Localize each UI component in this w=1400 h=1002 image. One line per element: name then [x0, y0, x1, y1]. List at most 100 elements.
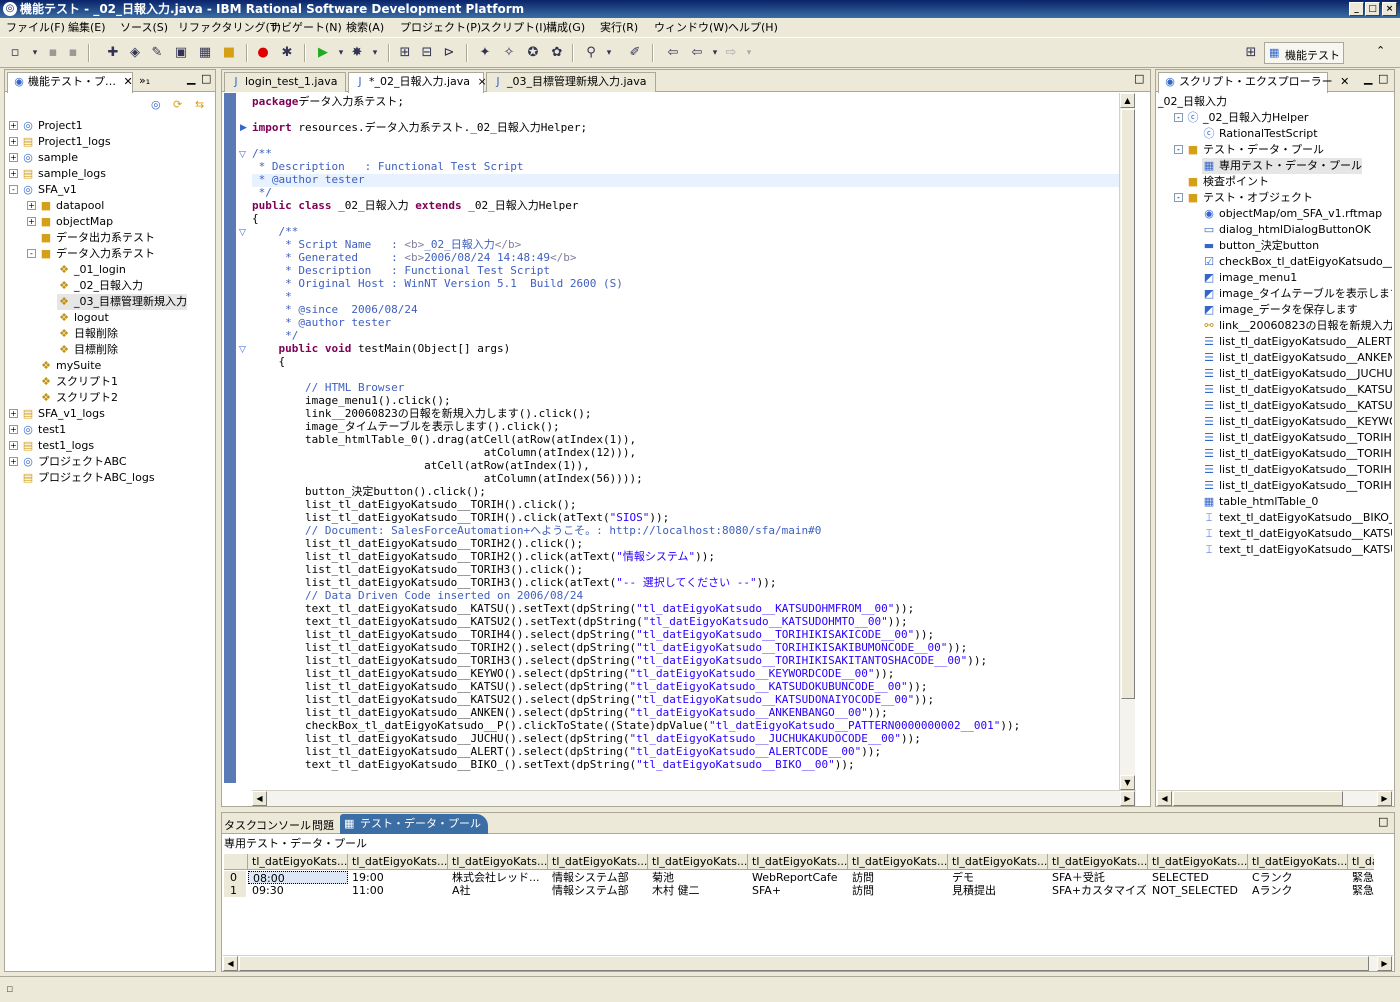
collapse-fold-icon[interactable]: ▽: [239, 150, 246, 160]
maximize-icon[interactable]: □: [1378, 72, 1388, 85]
table-cell[interactable]: 情報システム部: [548, 871, 648, 884]
scroll-left-button[interactable]: ◀: [252, 791, 267, 806]
tree-item[interactable]: ⓒ _02_日報入力Helper: [1186, 110, 1309, 126]
tree-item[interactable]: ☰ list_tl_datEigyoKatsudo__KATSU2: [1202, 398, 1392, 414]
tree-item[interactable]: ❖ _02_日報入力: [57, 278, 143, 294]
tree-expander-icon[interactable]: +: [9, 409, 18, 418]
tree-item[interactable]: ■ datapool: [39, 198, 104, 214]
verification-point-icon[interactable]: ⊞: [396, 44, 414, 62]
tree-expander-icon[interactable]: -: [1174, 193, 1183, 202]
expand-fold-icon[interactable]: ▶: [240, 123, 247, 133]
tool-1-icon[interactable]: ✦: [476, 44, 494, 62]
tree-item[interactable]: ◩ image_タイムテーブルを表示します: [1202, 286, 1392, 302]
tree-item[interactable]: ⌶ text_tl_datEigyoKatsudo__BIKO_: [1202, 510, 1392, 526]
menu-project[interactable]: プロジェクト(P): [400, 20, 481, 36]
menu-script[interactable]: スクリプト(I): [480, 20, 547, 36]
tab-tasks[interactable]: タスク: [224, 817, 257, 833]
column-header[interactable]: tl_datEigyoKats...: [248, 854, 348, 870]
datapool-grid[interactable]: tl_datEigyoKats... tl_datEigyoKats... tl_d…: [224, 854, 1374, 954]
tree-item[interactable]: ◉ objectMap/om_SFA_v1.rftmap: [1202, 206, 1382, 222]
tree-item[interactable]: ⌶ text_tl_datEigyoKatsudo__KATSU2: [1202, 542, 1392, 558]
menu-window[interactable]: ウィンドウ(W): [654, 20, 728, 36]
tree-item[interactable]: ☰ list_tl_datEigyoKatsudo__TORIH2: [1202, 446, 1392, 462]
chevron-icon[interactable]: ⌃: [1376, 44, 1385, 57]
table-cell[interactable]: デモ: [948, 871, 1048, 884]
table-cell[interactable]: 08:00: [248, 871, 348, 884]
table-cell[interactable]: WebReportCafe: [748, 871, 848, 884]
maximize-icon[interactable]: □: [1378, 815, 1388, 828]
table-cell[interactable]: SFA＋受託: [1048, 871, 1148, 884]
scroll-down-button[interactable]: ▼: [1120, 775, 1135, 790]
tree-item[interactable]: ■ データ入力系テスト: [39, 246, 155, 262]
tree-item[interactable]: ▦ 専用テスト・データ・プール: [1202, 158, 1362, 174]
tree-item[interactable]: ◎ SFA_v1: [21, 182, 77, 198]
editor-horizontal-scrollbar[interactable]: ◀ ▶: [252, 790, 1136, 806]
new-project-icon[interactable]: ✚: [104, 44, 122, 62]
scroll-right-button[interactable]: ▶: [1377, 791, 1392, 806]
scroll-right-button[interactable]: ▶: [1120, 791, 1135, 806]
table-cell[interactable]: NOT_SELECTED: [1148, 884, 1248, 897]
tree-item[interactable]: ☑ checkBox_tl_datEigyoKatsudo__P: [1202, 254, 1392, 270]
column-header[interactable]: tl_datEigyoKats...: [548, 854, 648, 870]
tree-item[interactable]: ◩ image_menu1: [1202, 270, 1297, 286]
dropdown-arrow-icon[interactable]: ▾: [26, 44, 44, 62]
menu-navigate[interactable]: ナビゲート(N): [270, 20, 342, 36]
tab-problems[interactable]: 問題: [312, 817, 334, 833]
tree-expander-icon[interactable]: -: [27, 249, 36, 258]
column-header[interactable]: tl_datEigyoKats...: [348, 854, 448, 870]
tree-expander-icon[interactable]: +: [9, 121, 18, 130]
scroll-thumb[interactable]: [239, 956, 1369, 971]
table-cell[interactable]: 09:30: [248, 884, 348, 897]
tree-expander-icon[interactable]: -: [9, 185, 18, 194]
save-all-icon[interactable]: ▪: [64, 44, 82, 62]
menu-configure[interactable]: 構成(G): [546, 20, 585, 36]
tree-item[interactable]: ▤ sample_logs: [21, 166, 106, 182]
new-script-icon[interactable]: ◈: [126, 44, 144, 62]
prev-edit-icon[interactable]: ⇦: [688, 44, 706, 62]
table-cell[interactable]: SFA+: [748, 884, 848, 897]
tree-item[interactable]: ▤ Project1_logs: [21, 134, 111, 150]
menu-run[interactable]: 実行(R): [600, 20, 638, 36]
perspective-switcher[interactable]: ▦ 機能テスト: [1264, 42, 1344, 64]
table-cell[interactable]: 見積提出: [948, 884, 1048, 897]
tree-item[interactable]: ❖ mySuite: [39, 358, 101, 374]
table-cell[interactable]: 菊池: [648, 871, 748, 884]
run-icon[interactable]: ▶: [314, 44, 332, 62]
tree-item[interactable]: ▤ test1_logs: [21, 438, 94, 454]
window-title-bar[interactable]: 機能テスト - _02_日報入力.java - IBM Rational Sof…: [0, 0, 1400, 18]
menu-search[interactable]: 検索(A): [346, 20, 384, 36]
tree-item[interactable]: ☰ list_tl_datEigyoKatsudo__TORIH: [1202, 430, 1392, 446]
tree-item[interactable]: ☰ list_tl_datEigyoKatsudo__ANKEN: [1202, 350, 1392, 366]
playback-icon[interactable]: ⊳: [440, 44, 458, 62]
tab-test-datapool[interactable]: ▦ テスト・データ・プール ✕: [340, 814, 488, 849]
close-button[interactable]: ×: [1382, 2, 1397, 16]
column-header[interactable]: tl_datEigyoKats...: [1148, 854, 1248, 870]
column-header[interactable]: tl_datEigyoKats...: [1248, 854, 1348, 870]
scroll-thumb[interactable]: [1121, 109, 1135, 699]
tree-item[interactable]: ☰ list_tl_datEigyoKatsudo__KATSU: [1202, 382, 1392, 398]
open-perspective-icon[interactable]: ⊞: [1242, 44, 1260, 62]
forward-icon[interactable]: ⇨: [722, 44, 740, 62]
tree-item[interactable]: ☰ list_tl_datEigyoKatsudo__JUCHU: [1202, 366, 1392, 382]
tree-item[interactable]: ☰ list_tl_datEigyoKatsudo__KEYWO: [1202, 414, 1392, 430]
table-cell[interactable]: Cランク: [1248, 871, 1348, 884]
tree-item[interactable]: ◎ test1: [21, 422, 66, 438]
tree-item[interactable]: ⚯ link__20060823の日報を新規入力します: [1202, 318, 1392, 334]
scroll-right-button[interactable]: ▶: [1377, 956, 1392, 971]
table-cell[interactable]: A社: [448, 884, 548, 897]
tree-expander-icon[interactable]: -: [1174, 113, 1183, 122]
tree-item[interactable]: ❖ _01_login: [57, 262, 126, 278]
insert-recording-icon[interactable]: ✱: [278, 44, 296, 62]
column-header[interactable]: tl_datEigyoKats...: [948, 854, 1048, 870]
debug-icon[interactable]: ✸: [348, 44, 366, 62]
tab-02-nippou-input[interactable]: J *_02_日報入力.java ×: [348, 72, 487, 93]
tree-item[interactable]: ■ objectMap: [39, 214, 113, 230]
new-icon[interactable]: ▫: [6, 44, 24, 62]
test-object-icon[interactable]: ⊟: [418, 44, 436, 62]
search-dropdown-icon[interactable]: ▾: [600, 44, 618, 62]
search-icon[interactable]: ⚲: [582, 44, 600, 62]
collapse-fold-icon[interactable]: ▽: [239, 345, 246, 355]
scroll-up-button[interactable]: ▲: [1120, 93, 1135, 108]
tree-item[interactable]: ▬ button_決定button: [1202, 238, 1319, 254]
tab-functional-test-projects[interactable]: ◉ 機能テスト・プ… ✕: [7, 72, 133, 93]
